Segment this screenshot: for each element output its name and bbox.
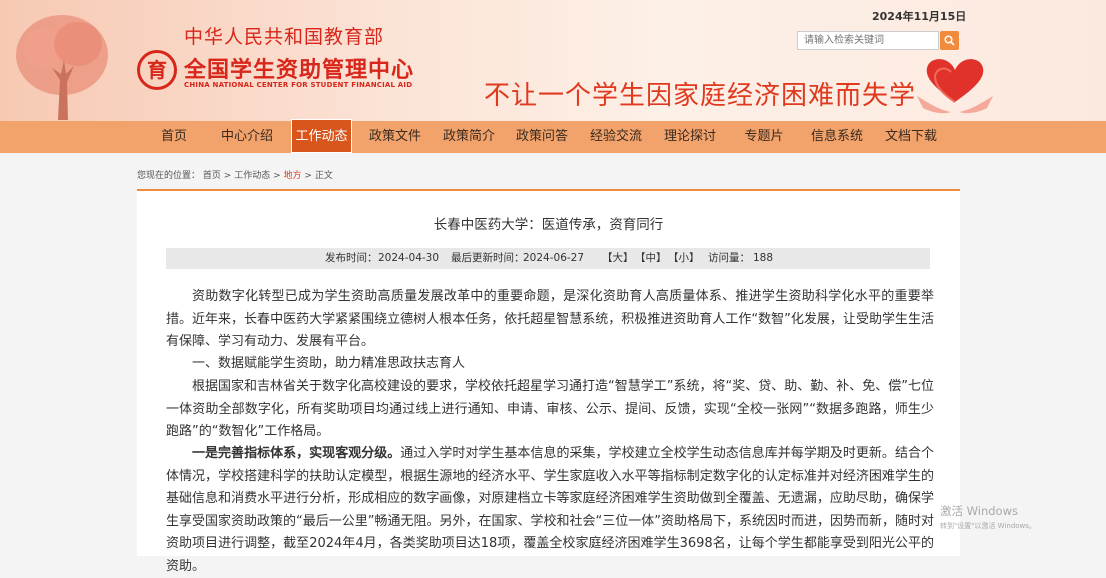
nav-item-experience[interactable]: 经验交流 — [585, 121, 647, 153]
article-paragraph: 资助数字化转型已成为学生资助高质量发展改革中的重要命题，是深化资助育人高质量体系… — [166, 289, 934, 349]
nav-item-news[interactable]: 工作动态 — [291, 119, 352, 153]
breadcrumb-current: 正文 — [314, 171, 333, 181]
font-size-small-button[interactable]: 【小】 — [668, 248, 700, 269]
ministry-name: 中华人民共和国教育部 — [184, 26, 385, 48]
windows-activation-watermark: 激活 Windows 转到"设置"以激活 Windows。 — [940, 503, 1036, 531]
main-nav: 首页 中心介绍 工作动态 政策文件 政策简介 政策问答 经验交流 理论探讨 专题… — [0, 119, 1106, 153]
search-input[interactable] — [797, 31, 939, 50]
nav-item-theory[interactable]: 理论探讨 — [659, 121, 721, 153]
nav-item-policy-qa[interactable]: 政策问答 — [511, 121, 573, 153]
article-container: 长春中医药大学：医道传承，资育同行 发布时间： 2024-04-30 最后更新时… — [137, 191, 960, 574]
published-date: 2024-04-30 — [378, 252, 440, 264]
nav-item-videos[interactable]: 专题片 — [740, 121, 788, 153]
paragraph-lead-bold: 一是完善指标体系，实现客观分级。 — [192, 446, 401, 461]
article-paragraph: 根据国家和吉林省关于数字化高校建设的要求，学校依托超星学习通打造“智慧学工”系统… — [166, 379, 934, 439]
breadcrumb-separator: > — [223, 171, 232, 181]
site-slogan: 不让一个学生因家庭经济困难而失学 — [484, 81, 917, 111]
center-name-cn: 全国学生资助管理中心 — [184, 58, 415, 83]
current-date: 2024年11月15日 — [872, 10, 967, 23]
nav-item-downloads[interactable]: 文档下载 — [880, 121, 942, 153]
breadcrumb-separator: > — [304, 171, 312, 181]
watermark-subtitle: 转到"设置"以激活 Windows。 — [940, 522, 1036, 530]
nav-item-policy-docs[interactable]: 政策文件 — [364, 121, 426, 153]
views-count: 188 — [753, 252, 774, 264]
section-heading: 一、数据赋能学生资助，助力精准思政扶志育人 — [192, 356, 466, 371]
heart-hands-icon — [917, 59, 993, 114]
published-label: 发布时间： — [325, 252, 378, 264]
tree-illustration-icon — [16, 15, 108, 120]
center-name-en: CHINA NATIONAL CENTER FOR STUDENT FINANC… — [184, 81, 413, 89]
views-label: 访问量： — [708, 252, 750, 264]
article-title: 长春中医药大学：医道传承，资育同行 — [433, 217, 664, 233]
watermark-title: 激活 Windows — [940, 504, 1018, 518]
center-logo[interactable]: 育 — [137, 50, 177, 90]
nav-item-policy-brief[interactable]: 政策简介 — [438, 121, 500, 153]
breadcrumb: 您现在的位置： 首页 > 工作动态 > 地方 > 正文 — [137, 168, 333, 181]
font-size-large-button[interactable]: 【大】 — [602, 248, 634, 269]
nav-item-info-system[interactable]: 信息系统 — [806, 121, 868, 153]
breadcrumb-link-local[interactable]: 地方 — [284, 171, 302, 181]
search-button[interactable] — [940, 31, 959, 50]
paragraph-body: 通过入学时对学生基本信息的采集，学校建立全校学生动态信息库并每学期及时更新。结合… — [166, 446, 934, 574]
updated-label: 最后更新时间： — [451, 252, 525, 264]
article-meta-bar: 发布时间： 2024-04-30 最后更新时间： 2024-06-27 【大】 … — [166, 248, 930, 269]
nav-item-about[interactable]: 中心介绍 — [216, 121, 278, 153]
site-header: 育 中华人民共和国教育部 全国学生资助管理中心 CHINA NATIONAL C… — [0, 0, 1106, 121]
breadcrumb-link-news[interactable]: 工作动态 — [234, 171, 270, 181]
font-size-medium-button[interactable]: 【中】 — [635, 248, 667, 269]
breadcrumb-separator: > — [273, 171, 281, 181]
article-paragraph: 一是完善指标体系，实现客观分级。通过入学时对学生基本信息的采集，学校建立全校学生… — [166, 443, 934, 578]
search-icon — [944, 35, 955, 46]
breadcrumb-link-home[interactable]: 首页 — [203, 171, 221, 181]
breadcrumb-prefix: 您现在的位置： — [137, 171, 201, 181]
updated-date: 2024-06-27 — [523, 252, 585, 264]
nav-item-home[interactable]: 首页 — [148, 121, 200, 153]
